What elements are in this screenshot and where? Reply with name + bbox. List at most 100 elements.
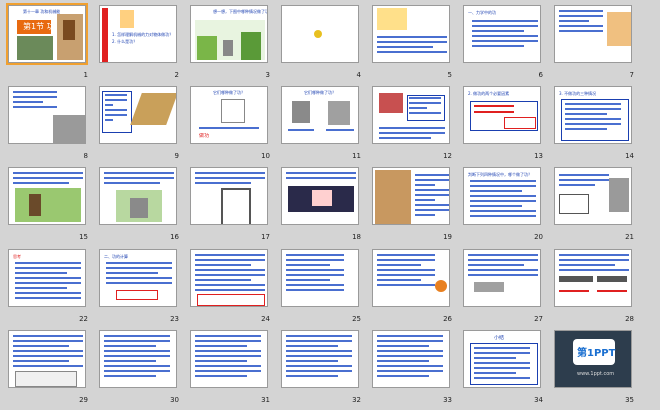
- photo: [17, 36, 53, 60]
- slide-thumbnail[interactable]: 2. 做功的两个必要因素: [463, 86, 541, 144]
- slide-thumbnail[interactable]: 第1PPT www.1ppt.com: [554, 330, 632, 388]
- slide-thumbnail[interactable]: 思考: [8, 249, 86, 307]
- text-line: [559, 20, 589, 22]
- text-line: [104, 172, 174, 174]
- slide-thumbnail[interactable]: 小结: [463, 330, 541, 388]
- slide-thumbnail[interactable]: 二、功的计算: [99, 249, 177, 307]
- slide-number: 29: [79, 396, 88, 404]
- slide-number: 22: [79, 315, 88, 323]
- slide-thumbnail[interactable]: [554, 167, 632, 225]
- text-line: [13, 350, 83, 352]
- figure: [312, 190, 332, 206]
- slide-thumbnail[interactable]: [554, 5, 632, 63]
- text-line: [104, 350, 170, 352]
- slide-thumbnail[interactable]: [372, 330, 450, 388]
- formula-box: [116, 290, 158, 300]
- text-line: [195, 365, 261, 367]
- text-line: [195, 274, 265, 276]
- text-line: [195, 375, 247, 377]
- text-line: [470, 210, 536, 212]
- text-line: [195, 279, 251, 281]
- text-line: [472, 30, 524, 32]
- text-line: [13, 182, 69, 184]
- text-line: [470, 190, 522, 192]
- text-line: [472, 25, 538, 27]
- slide-number: 9: [174, 152, 179, 160]
- text-line: [15, 282, 81, 284]
- slide-thumbnail[interactable]: 它们哪种做了功？ 做功: [190, 86, 268, 144]
- text-line: [474, 105, 514, 107]
- slide-thumbnail[interactable]: 判断下列四种情况中，哪个做了功？: [463, 167, 541, 225]
- question-2: 2. 什么是功？: [112, 39, 138, 44]
- slide-thumbnail[interactable]: [281, 249, 359, 307]
- text-line: [474, 111, 514, 113]
- diagram: [474, 282, 504, 292]
- slide-thumbnail[interactable]: [281, 330, 359, 388]
- text-line: [565, 128, 607, 130]
- slide-number: 16: [170, 233, 179, 241]
- diagram: [221, 99, 245, 123]
- slide-thumbnail[interactable]: 它们哪种做了功？: [281, 86, 359, 144]
- text-line: [13, 91, 57, 93]
- text-line: [415, 179, 449, 181]
- text-line: [104, 375, 156, 377]
- text-line: [195, 355, 261, 357]
- slide-number: 2: [174, 71, 179, 79]
- accent-bar: [102, 8, 108, 62]
- slide-number: 12: [443, 152, 452, 160]
- slide-heading: 第1节 功: [23, 22, 55, 31]
- slide-number: 33: [443, 396, 452, 404]
- slide-thumbnail[interactable]: [190, 330, 268, 388]
- site-label: www.1ppt.com: [577, 371, 615, 377]
- slide-number: 27: [534, 315, 543, 323]
- text-line: [286, 279, 330, 281]
- slide-thumbnail[interactable]: 3. 不做功的三种情况: [554, 86, 632, 144]
- slide-thumbnail[interactable]: [372, 86, 450, 144]
- slide-thumbnail[interactable]: [281, 5, 359, 63]
- slide-thumbnail[interactable]: 一、力学中的功: [463, 5, 541, 63]
- slide-thumbnail[interactable]: [554, 249, 632, 307]
- slide-thumbnail[interactable]: 想一想，下图中哪种情况做了功？: [190, 5, 268, 63]
- text-line: [288, 129, 314, 131]
- text-line: [13, 360, 69, 362]
- slide-thumbnail[interactable]: [99, 86, 177, 144]
- slide-thumbnail[interactable]: [281, 167, 359, 225]
- text-line: [409, 107, 427, 109]
- text-line: [409, 97, 441, 99]
- slide-number: 17: [261, 233, 270, 241]
- text-line: [472, 20, 538, 22]
- slide-thumbnail[interactable]: [372, 5, 450, 63]
- text-line: [472, 45, 524, 47]
- text-line: [15, 277, 81, 279]
- slide-thumbnail[interactable]: 第十一章 功和机械能 第1节 功: [6, 3, 88, 65]
- slide-thumbnail[interactable]: [463, 249, 541, 307]
- text-box: [561, 99, 629, 141]
- text-line: [377, 375, 429, 377]
- text-line: [286, 172, 356, 174]
- text-line: [377, 284, 435, 286]
- text-line: [565, 108, 621, 110]
- slide-thumbnail[interactable]: [8, 86, 86, 144]
- slide-thumbnail[interactable]: [190, 249, 268, 307]
- text-line: [286, 375, 338, 377]
- text-line: [195, 370, 261, 372]
- slide-thumbnail[interactable]: [8, 330, 86, 388]
- text-line: [286, 264, 330, 266]
- slide-thumbnail[interactable]: [372, 167, 450, 225]
- slide-thumbnail[interactable]: [99, 330, 177, 388]
- text-line: [409, 112, 441, 114]
- text-line: [195, 254, 265, 256]
- text-line: [468, 269, 538, 271]
- figure: [223, 40, 233, 56]
- slide-thumbnail[interactable]: [99, 167, 177, 225]
- text-line: [377, 345, 429, 347]
- slide-thumbnail[interactable]: [190, 167, 268, 225]
- slide-thumbnail[interactable]: [372, 249, 450, 307]
- text-line: [286, 289, 344, 291]
- text-line: [415, 189, 449, 191]
- slide-number: 5: [447, 71, 452, 79]
- slide-thumbnail[interactable]: 1. 怎样理解机械的力对物体做功？ 2. 什么是功？: [99, 5, 177, 63]
- slide-thumbnail[interactable]: [8, 167, 86, 225]
- slide-number: 24: [261, 315, 270, 323]
- formula-box: [197, 294, 265, 306]
